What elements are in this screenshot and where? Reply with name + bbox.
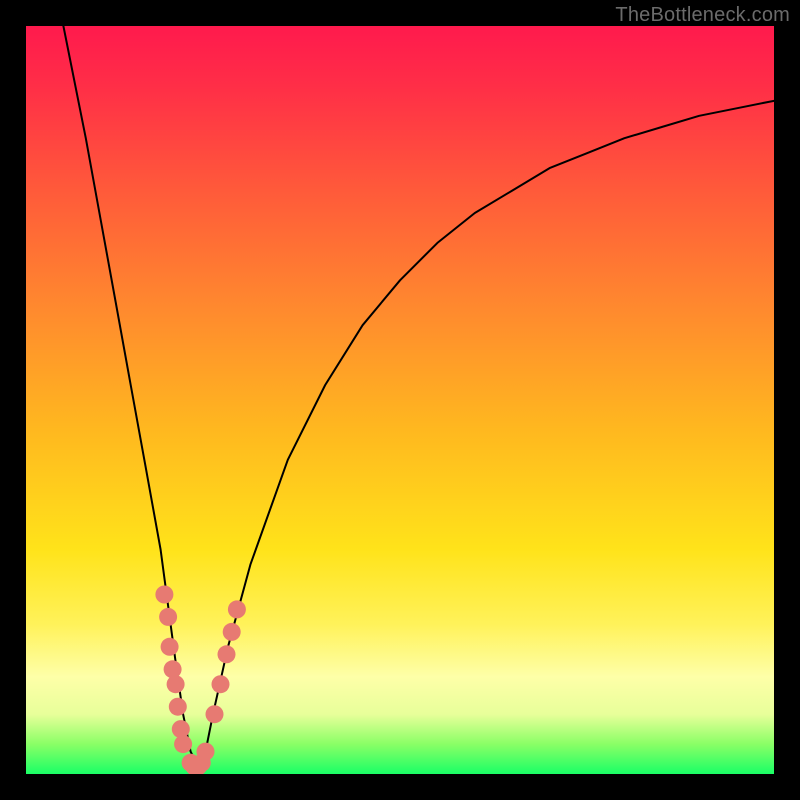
plot-area <box>26 26 774 774</box>
data-point-marker <box>172 720 190 738</box>
bottleneck-curve-svg <box>26 26 774 774</box>
data-point-marker <box>212 675 230 693</box>
data-point-marker <box>159 608 177 626</box>
data-point-marker <box>169 698 187 716</box>
data-point-marker <box>167 675 185 693</box>
data-point-marker <box>164 660 182 678</box>
data-point-marker <box>206 705 224 723</box>
data-point-marker <box>218 645 236 663</box>
data-point-marker <box>228 600 246 618</box>
data-point-marker <box>193 754 211 772</box>
bottleneck-curve-path <box>63 26 774 767</box>
data-point-marker <box>185 758 203 775</box>
data-point-marker <box>155 586 173 604</box>
data-point-marker <box>174 735 192 753</box>
data-point-marker <box>161 638 179 656</box>
chart-frame: TheBottleneck.com <box>0 0 800 800</box>
watermark-text: TheBottleneck.com <box>615 4 790 27</box>
data-point-marker <box>197 743 215 761</box>
data-point-marker <box>223 623 241 641</box>
data-point-marker <box>182 754 200 772</box>
data-point-marker <box>189 758 207 775</box>
